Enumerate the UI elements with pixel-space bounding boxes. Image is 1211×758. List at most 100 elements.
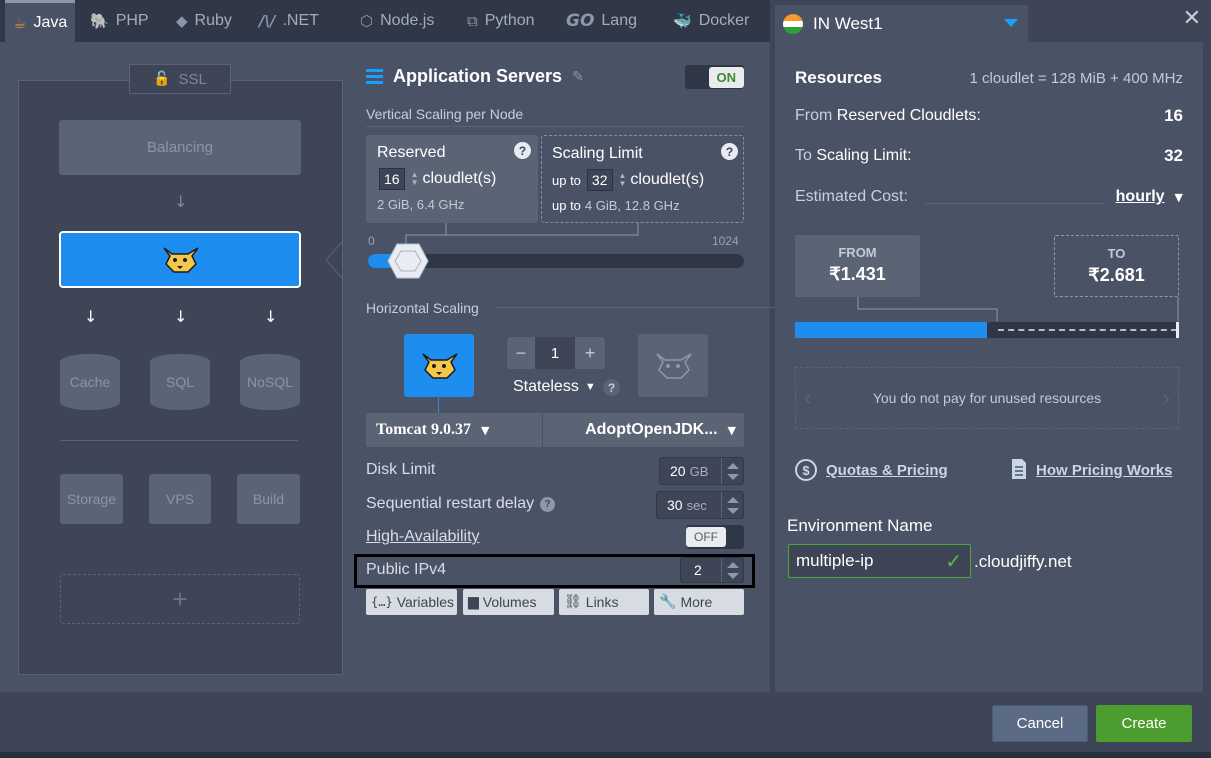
high-availability-link[interactable]: High-Availability [366,528,480,546]
cancel-button[interactable]: Cancel [992,705,1088,742]
tab-java[interactable]: ☕ Java [5,0,76,43]
vertical-scaling-label: Vertical Scaling per Node [366,106,524,122]
from-price-box: FROM ₹1.431 [795,235,920,297]
reserved-specs: 2 GiB, 6.4 GHz [377,197,465,212]
tomcat-node-selected[interactable] [59,231,301,288]
volumes-button[interactable]: ▆ Volumes [463,589,554,615]
java-icon: ☕ [13,14,27,32]
server-version-bar: Tomcat 9.0.37 ▼ AdoptOpenJDK... ▼ [366,413,744,447]
chevron-right-icon[interactable]: › [1163,385,1170,411]
scaling-limit-input[interactable]: 32 [586,169,613,191]
cloudlet-info: 1 cloudlet = 128 MiB + 400 MHz [969,70,1183,87]
stepper-icon[interactable] [721,492,743,518]
upto-label: up to [552,172,581,188]
python-icon: ⧉ [467,12,478,30]
to-price-box: TO ₹2.681 [1054,235,1179,297]
build-button[interactable]: Build [237,474,300,524]
more-button[interactable]: 🔧 More [654,589,744,615]
app-servers-toggle[interactable]: ON [685,65,744,89]
public-ipv4-label: Public IPv4 [366,561,447,578]
variables-button[interactable]: {…} Variables [366,589,457,615]
reserved-box: Reserved ? 16 ▲ ▼ cloudlet(s) 2 GiB, 6.4 … [366,135,538,223]
slider-handle[interactable] [387,242,429,280]
node-count-value[interactable]: 1 [535,337,575,369]
pencil-icon[interactable]: ✎ [572,69,584,85]
cost-range-dash [998,329,1177,331]
create-button[interactable]: Create [1096,705,1192,742]
sql-button[interactable]: SQL [150,354,210,410]
restart-delay-value: 30 [667,497,683,513]
jdk-version-dropdown[interactable]: AdoptOpenJDK... ▼ [585,421,736,439]
balancing-button[interactable]: Balancing [59,120,301,175]
decrement-button[interactable]: − [507,343,535,364]
help-icon[interactable]: ? [603,379,620,396]
environment-name-input[interactable]: multiple-ip ✓ [788,544,971,578]
links-label: Links [585,594,619,610]
stepper-icon[interactable] [721,558,743,582]
help-icon[interactable]: ? [540,496,556,512]
help-icon[interactable]: ? [721,143,738,160]
node-count-stepper[interactable]: − 1 + [507,337,605,369]
increment-button[interactable]: + [575,343,605,364]
jdk-version-label: AdoptOpenJDK... [585,421,718,438]
unused-resources-note: ‹ You do not pay for unused resources › [795,367,1179,429]
stateless-dropdown[interactable]: Stateless ▼ [513,378,596,396]
tab-php-label: PHP [115,12,149,29]
restart-delay-unit: sec [686,497,707,513]
restart-delay-input[interactable]: 30 sec [656,491,744,519]
high-availability-toggle[interactable]: OFF [686,525,744,549]
reserved-cloudlets-input[interactable]: 16 [379,168,405,190]
links-button[interactable]: ⛓ Links [559,589,649,615]
menu-icon[interactable] [366,69,383,84]
tomcat-node-inactive[interactable] [638,334,708,397]
stepper-icon[interactable]: ▲ ▼ [411,171,419,187]
server-version-dropdown[interactable]: Tomcat 9.0.37 ▼ [376,421,489,439]
more-label: More [680,594,713,610]
help-icon[interactable]: ? [514,142,531,159]
bottom-bar [0,752,1211,758]
how-pricing-works-link[interactable]: How Pricing Works [1036,462,1172,479]
arrow-down-icon: ↓ [174,192,188,211]
cost-range-end [1176,322,1179,338]
tab-nodejs[interactable]: ⬡ Node.js [360,0,434,42]
engine-tab-bar: ☕ Java 🐘 PHP ◆ Ruby /\/ .NET ⬡ Node.js ⧉… [0,0,770,43]
disk-limit-label: Disk Limit [366,461,436,478]
from-label: Reserved Cloudlets: [836,107,981,124]
cloudlet-unit: cloudlet(s) [630,171,705,188]
scaling-limit-box: Scaling Limit ? up to 32 ▲ ▼ cloudlet(s) … [541,135,744,223]
close-icon[interactable]: ✕ [1183,6,1201,31]
vps-button[interactable]: VPS [149,474,211,524]
tab-go-label: Lang [601,12,637,29]
disk-limit-unit: GB [689,463,709,479]
from-box-label: FROM [838,245,877,260]
stepper-icon[interactable] [721,458,743,484]
scaling-limit-title: Scaling Limit [552,145,643,162]
add-layer-button[interactable]: + [60,574,300,624]
quotas-pricing-link[interactable]: Quotas & Pricing [826,462,948,479]
tab-go[interactable]: GO Lang [566,0,637,42]
cache-button[interactable]: Cache [60,354,120,410]
tomcat-node-active[interactable] [404,334,474,397]
tab-docker[interactable]: 🐳 Docker [673,0,749,42]
public-ipv4-input[interactable]: 2 [680,557,744,583]
tab-ruby[interactable]: ◆ Ruby [176,0,232,42]
restart-delay-label: Sequential restart delay [366,495,535,512]
folder-icon: ▆ [468,594,479,610]
dollar-icon: $ [795,459,817,481]
cost-period-dropdown[interactable]: hourly ▼ [1116,188,1183,206]
tab-python[interactable]: ⧉ Python [467,0,535,42]
nosql-button[interactable]: NoSQL [240,354,300,410]
region-selector[interactable]: IN West1 [775,5,1028,43]
ssl-label: SSL [178,70,207,88]
tab-dotnet[interactable]: /\/ .NET [259,0,319,42]
caret-down-icon: ▼ [480,423,490,437]
storage-button[interactable]: Storage [60,474,123,524]
scaling-limit-row: up to 32 ▲ ▼ cloudlet(s) [552,169,704,191]
scaling-limit-value: 32 [1164,146,1183,165]
tab-php[interactable]: 🐘 PHP [90,0,149,42]
stepper-icon[interactable]: ▲ ▼ [619,172,627,188]
ssl-toggle[interactable]: 🔓 SSL [129,64,231,94]
disk-limit-input[interactable]: 20 GB [659,457,744,485]
chevron-left-icon[interactable]: ‹ [804,385,811,411]
environment-name-value: multiple-ip [796,551,874,570]
